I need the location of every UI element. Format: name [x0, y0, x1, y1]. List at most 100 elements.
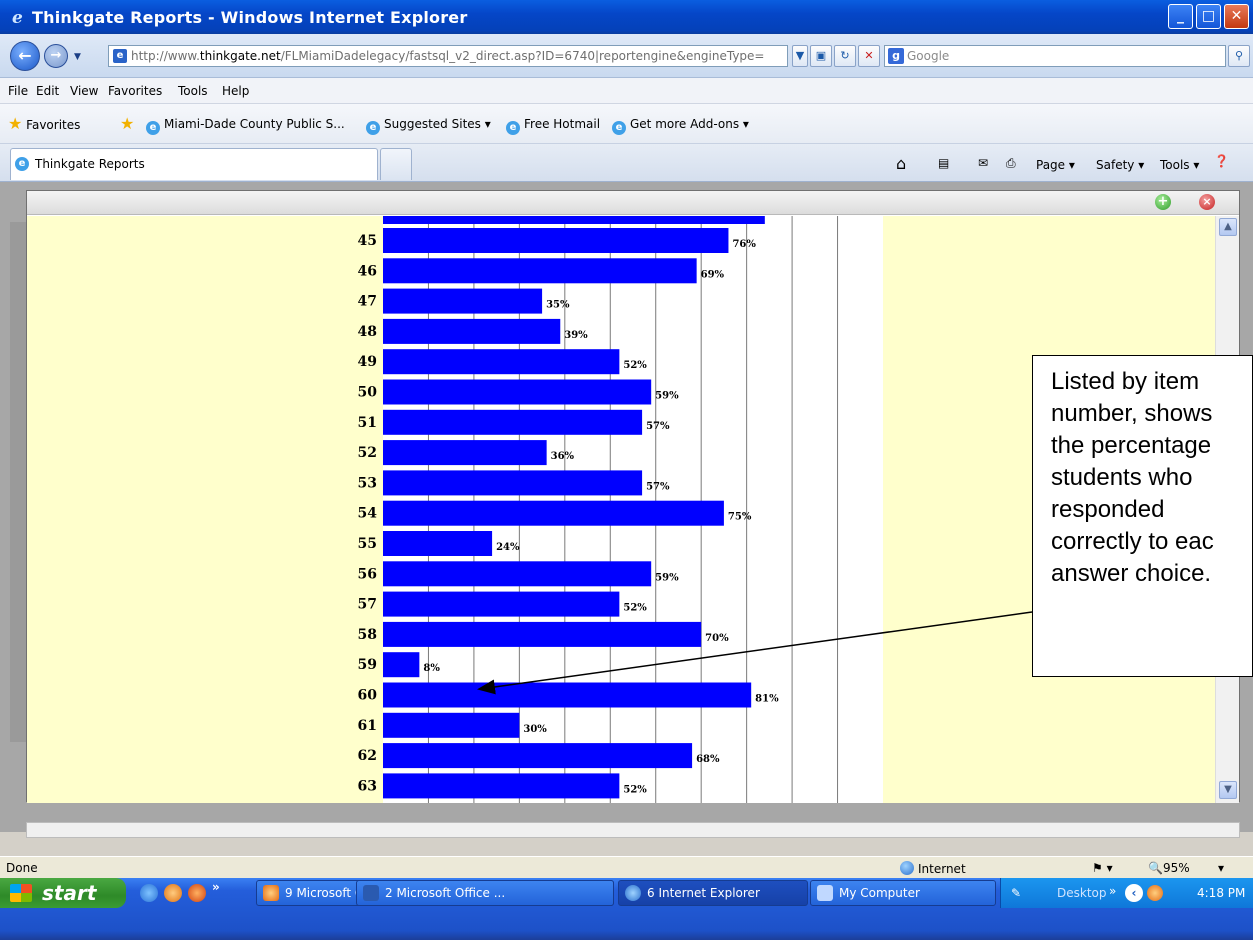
tray-pen-icon[interactable]: ✎ — [1011, 886, 1021, 900]
scroll-down-icon[interactable]: ▼ — [1219, 781, 1237, 799]
taskbar-ie[interactable]: 6 Internet Explorer — [618, 880, 808, 906]
scroll-up-icon[interactable]: ▲ — [1219, 218, 1237, 236]
bar-partial — [383, 216, 765, 224]
zoom-dropdown-icon[interactable]: ▾ — [1218, 861, 1224, 875]
ie-logo-icon: e — [10, 8, 28, 28]
close-window-button[interactable]: ✕ — [1224, 4, 1249, 29]
favorite-link-hotmail[interactable]: e Free Hotmail — [506, 117, 600, 135]
print-icon[interactable]: ⎙ — [1006, 156, 1016, 171]
home-icon[interactable]: ⌂ — [896, 154, 906, 173]
horizontal-scrollbar[interactable] — [26, 822, 1240, 838]
start-button[interactable]: start — [0, 878, 126, 908]
bar — [383, 591, 620, 617]
google-logo-icon: g — [888, 48, 904, 64]
tab-label: Thinkgate Reports — [35, 157, 145, 171]
menu-tools[interactable]: Tools — [178, 84, 208, 98]
compatibility-view-icon[interactable]: ▣ — [810, 45, 832, 67]
category-label: 55 — [358, 536, 377, 552]
close-icon[interactable]: × — [1199, 194, 1215, 210]
word-icon — [363, 885, 379, 901]
bar — [383, 258, 697, 284]
category-label: 49 — [358, 354, 377, 370]
search-placeholder: Google — [907, 49, 950, 63]
mail-icon[interactable]: ✉ — [978, 156, 988, 170]
favorite-label: Suggested Sites ▾ — [384, 117, 491, 131]
security-zone: Internet — [900, 861, 966, 876]
menu-help[interactable]: Help — [222, 84, 249, 98]
ie-quicklaunch-icon[interactable] — [140, 884, 158, 902]
search-button-icon[interactable]: ⚲ — [1228, 45, 1250, 67]
windows-flag-icon — [10, 884, 32, 902]
favorites-button[interactable]: ★ Favorites — [8, 114, 80, 133]
bar — [383, 349, 620, 375]
value-label: 59% — [655, 572, 679, 583]
address-input[interactable]: e http://www.thinkgate.net/FLMiamiDadele… — [108, 45, 788, 67]
bar — [383, 409, 643, 435]
link-icon: e — [612, 121, 626, 135]
help-icon[interactable]: ❓ — [1214, 154, 1229, 168]
address-dropdown-icon[interactable]: ▼ — [792, 45, 808, 67]
page-edge — [10, 222, 26, 742]
minimize-button[interactable]: _ — [1168, 4, 1193, 29]
bar — [383, 743, 693, 769]
chevron-right-icon[interactable]: » — [212, 880, 230, 898]
system-tray: ✎ Desktop » ‹ 4:18 PM — [1000, 878, 1253, 908]
tray-chevron-icon[interactable]: » — [1109, 884, 1116, 898]
bar — [383, 470, 643, 496]
bar — [383, 773, 620, 799]
modal-header: + × — [27, 191, 1239, 215]
new-tab-button[interactable] — [380, 148, 412, 180]
bar — [383, 561, 652, 587]
category-label: 48 — [358, 324, 377, 340]
forward-button[interactable]: → — [44, 44, 68, 68]
computer-icon — [817, 885, 833, 901]
category-label: 56 — [358, 566, 377, 582]
value-label: 59% — [655, 391, 679, 402]
clock: 4:18 PM — [1197, 886, 1246, 900]
menu-bar: File Edit View Favorites Tools Help — [0, 78, 1253, 104]
add-favorite-icon[interactable]: ★ — [120, 114, 134, 133]
value-label: 52% — [623, 784, 647, 795]
app-quicklaunch-icon[interactable] — [164, 884, 182, 902]
bar — [383, 621, 702, 647]
category-label: 51 — [358, 415, 377, 431]
category-label: 60 — [358, 688, 378, 704]
search-input[interactable]: g Google — [884, 45, 1226, 67]
favorite-link-addons[interactable]: e Get more Add-ons ▾ — [612, 117, 749, 135]
taskbar-my-computer[interactable]: My Computer — [810, 880, 996, 906]
refresh-icon[interactable]: ↻ — [834, 45, 856, 67]
tab-thinkgate-reports[interactable]: e Thinkgate Reports — [10, 148, 378, 180]
favorite-link-miami-dade[interactable]: e Miami-Dade County Public S... — [146, 117, 345, 135]
category-label: 52 — [358, 445, 377, 461]
firefox-quicklaunch-icon[interactable] — [188, 884, 206, 902]
expand-icon[interactable]: + — [1155, 194, 1171, 210]
value-label: 35% — [546, 300, 570, 311]
status-bar: Done Internet ⚑ ▾ 🔍95% ▾ — [0, 856, 1253, 878]
maximize-button[interactable]: □ — [1196, 4, 1221, 29]
tray-back-icon[interactable]: ‹ — [1125, 884, 1143, 902]
favorite-link-suggested-sites[interactable]: e Suggested Sites ▾ — [366, 117, 491, 135]
bar — [383, 228, 729, 253]
zoom-value: 95% — [1162, 861, 1190, 875]
zoom-level[interactable]: 🔍95% — [1148, 861, 1190, 875]
bar — [383, 652, 420, 678]
menu-favorites[interactable]: Favorites — [108, 84, 162, 98]
menu-view[interactable]: View — [70, 84, 98, 98]
history-dropdown-icon[interactable]: ▼ — [74, 52, 81, 62]
stop-icon[interactable]: ✕ — [858, 45, 880, 67]
protected-mode-icon[interactable]: ⚑ ▾ — [1092, 861, 1113, 875]
desktop-toolbar[interactable]: Desktop — [1057, 886, 1107, 900]
tools-menu[interactable]: Tools ▾ — [1160, 158, 1199, 172]
page-favicon-icon: e — [113, 49, 127, 63]
taskbar-office-2[interactable]: 2 Microsoft Office ... — [356, 880, 614, 906]
menu-edit[interactable]: Edit — [36, 84, 59, 98]
safety-menu[interactable]: Safety ▾ — [1096, 158, 1144, 172]
page-menu[interactable]: Page ▾ — [1036, 158, 1075, 172]
back-button[interactable]: ← — [10, 41, 40, 71]
feeds-icon[interactable]: ▤ — [938, 156, 949, 170]
value-label: 68% — [696, 754, 720, 765]
category-label: 47 — [358, 294, 377, 310]
menu-file[interactable]: File — [8, 84, 28, 98]
category-label: 61 — [358, 718, 377, 734]
tray-app-icon[interactable] — [1147, 885, 1163, 901]
